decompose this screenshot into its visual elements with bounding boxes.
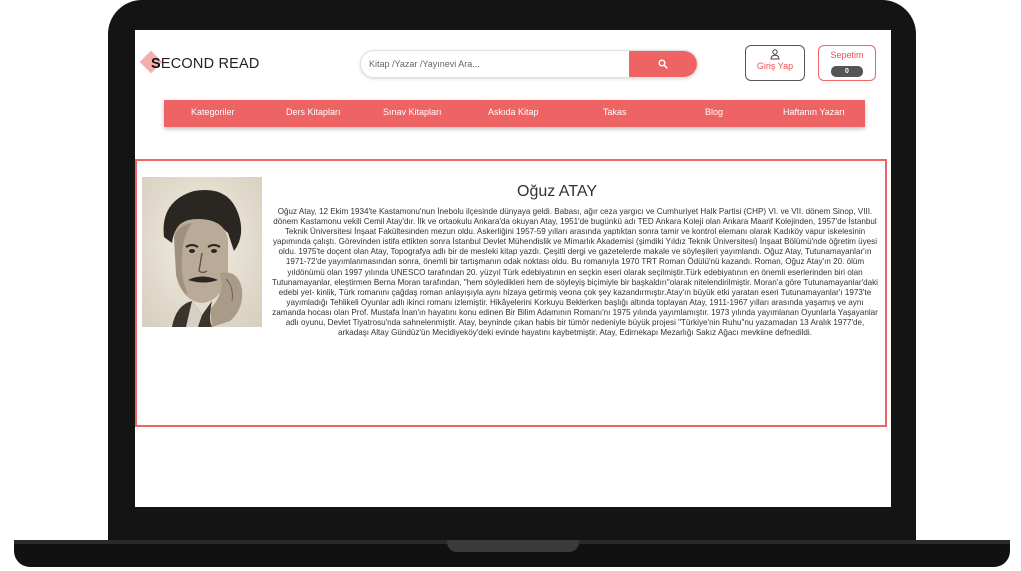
author-card: Oğuz ATAY Oğuz Atay, 12 Ekim 1934'te Kas…	[135, 159, 887, 427]
main-nav: Kategoriler Ders Kitapları Sınav Kitapla…	[164, 100, 865, 127]
cart-button[interactable]: Sepetim 0	[818, 45, 876, 81]
logo-text-first: S	[151, 56, 161, 72]
search-button[interactable]	[629, 51, 697, 77]
login-label: Giriş Yap	[756, 61, 794, 71]
laptop-mockup: SECOND READ Giriş Yap Sepetim 0	[0, 0, 1021, 571]
nav-item-haftanin-yazari[interactable]: Haftanın Yazarı	[783, 100, 845, 127]
author-bio: Oğuz Atay, 12 Ekim 1934'te Kastamonu'nun…	[272, 207, 878, 338]
logo-text: SECOND READ	[151, 56, 260, 72]
cart-count-badge: 0	[831, 66, 863, 77]
logo-text-rest: ECOND READ	[160, 56, 260, 72]
search-icon	[658, 59, 668, 69]
login-button[interactable]: Giriş Yap	[745, 45, 805, 81]
search-input[interactable]	[369, 51, 619, 77]
search-bar	[360, 50, 698, 78]
cart-label: Sepetim	[830, 50, 864, 60]
laptop-notch	[447, 540, 579, 552]
nav-item-takas[interactable]: Takas	[603, 100, 627, 127]
laptop-screen: SECOND READ Giriş Yap Sepetim 0	[135, 30, 891, 507]
nav-item-askida-kitap[interactable]: Askıda Kitap	[488, 100, 539, 127]
nav-item-sinav-kitaplari[interactable]: Sınav Kitapları	[383, 100, 442, 127]
site-logo[interactable]: SECOND READ	[139, 50, 259, 76]
nav-item-kategoriler[interactable]: Kategoriler	[191, 100, 235, 127]
author-name: Oğuz ATAY	[517, 183, 598, 200]
nav-item-blog[interactable]: Blog	[705, 100, 723, 127]
nav-item-ders-kitaplari[interactable]: Ders Kitapları	[286, 100, 341, 127]
user-icon	[770, 49, 780, 60]
